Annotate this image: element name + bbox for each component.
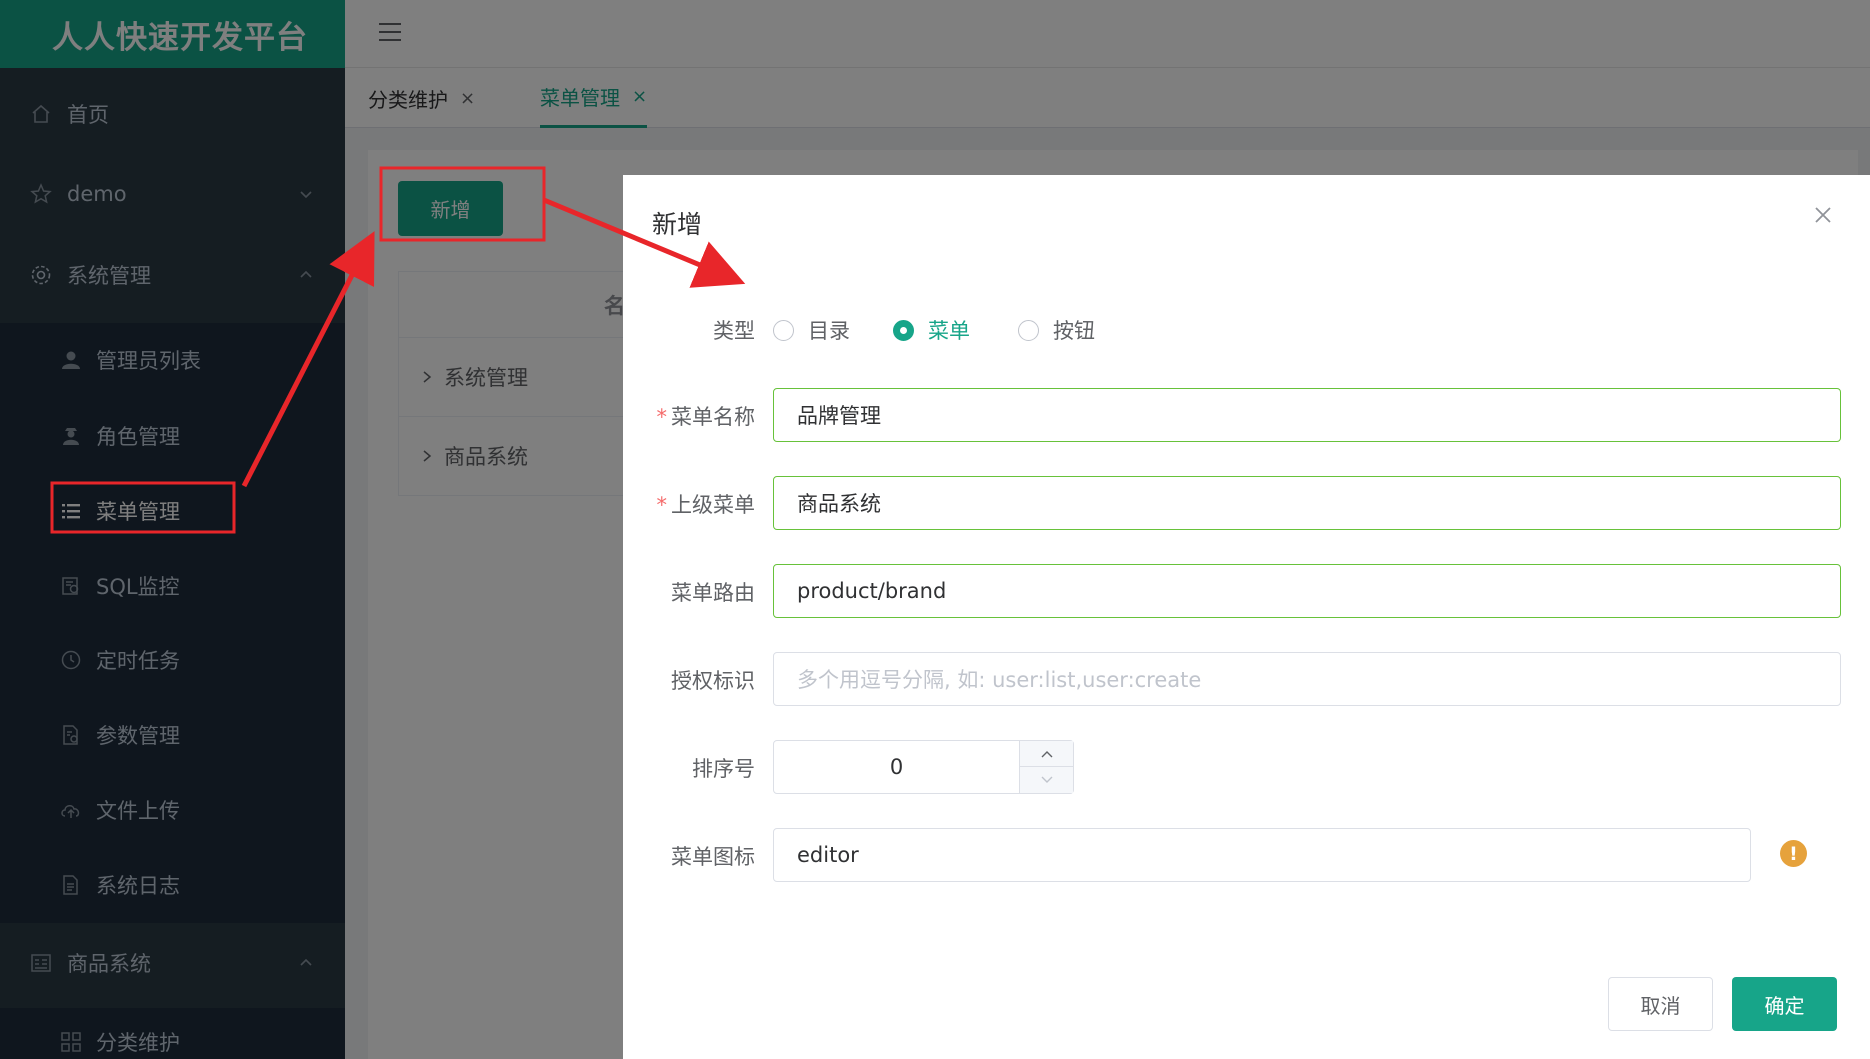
radio-circle [1018, 319, 1039, 341]
order-label: 排序号 [692, 757, 755, 781]
radio-menu[interactable]: 菜单 [893, 315, 970, 345]
warning-icon[interactable]: ! [1780, 840, 1807, 867]
radio-directory[interactable]: 目录 [773, 315, 850, 345]
close-icon[interactable] [1813, 205, 1833, 225]
order-stepper[interactable]: 0 [773, 740, 1074, 794]
increase-button[interactable] [1019, 741, 1073, 767]
type-label: 类型 [713, 319, 755, 343]
menu-name-input[interactable]: 品牌管理 [773, 388, 1841, 442]
menu-name-label: * 菜单名称 [656, 405, 756, 429]
chevron-up-icon [1041, 750, 1052, 757]
parent-menu-label: * 上级菜单 [656, 493, 756, 517]
menu-route-input[interactable]: product/brand [773, 564, 1841, 618]
radio-label: 菜单 [928, 319, 970, 343]
perms-input[interactable]: 多个用逗号分隔, 如: user:list,user:create [773, 652, 1841, 706]
required-mark: * [656, 405, 668, 429]
radio-label: 按钮 [1053, 319, 1095, 343]
cancel-button[interactable]: 取消 [1608, 977, 1713, 1031]
radio-circle [773, 319, 794, 341]
menu-route-label: 菜单路由 [671, 581, 755, 605]
perms-label: 授权标识 [671, 669, 755, 693]
radio-label: 目录 [808, 319, 850, 343]
order-value[interactable]: 0 [774, 741, 1019, 793]
parent-menu-input[interactable]: 商品系统 [773, 476, 1841, 530]
menu-icon-label: 菜单图标 [671, 845, 755, 869]
dialog-title: 新增 [652, 210, 703, 239]
confirm-button[interactable]: 确定 [1732, 977, 1837, 1031]
chevron-down-icon [1041, 776, 1052, 783]
radio-circle [893, 319, 914, 341]
menu-icon-input[interactable]: editor [773, 828, 1751, 882]
decrease-button[interactable] [1019, 767, 1073, 793]
radio-button[interactable]: 按钮 [1018, 315, 1095, 345]
add-menu-dialog: 新增 类型 目录 菜单 按钮 * 菜单名称 品牌管理 * 上级菜单 商品系统 菜单路… [623, 175, 1870, 1059]
required-mark: * [656, 493, 668, 517]
